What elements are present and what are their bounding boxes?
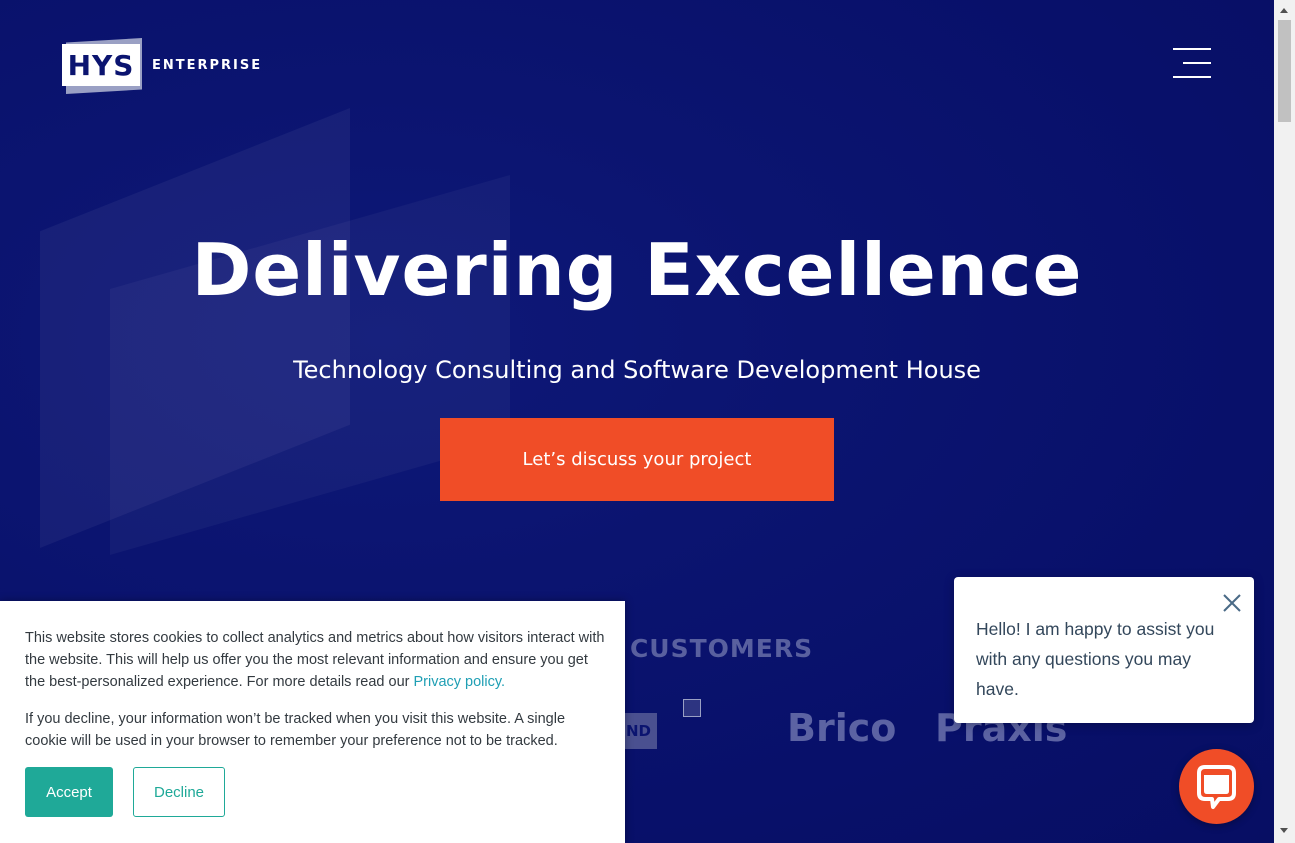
cookie-text: This website stores cookies to collect a… bbox=[25, 630, 605, 690]
hamburger-menu-icon[interactable] bbox=[1170, 46, 1212, 82]
cookie-banner: This website stores cookies to collect a… bbox=[0, 601, 625, 843]
customers-title: R CUSTOMERS bbox=[600, 634, 814, 663]
chat-icon bbox=[1197, 765, 1236, 809]
chat-greeting-popup: Hello! I am happy to assist you with any… bbox=[954, 577, 1254, 723]
privacy-policy-link[interactable]: Privacy policy bbox=[413, 674, 501, 690]
logo-wordmark: ENTERPRISE bbox=[152, 57, 263, 73]
scroll-up-arrow-icon[interactable] bbox=[1280, 8, 1288, 13]
scroll-thumb[interactable] bbox=[1278, 20, 1291, 122]
site-logo[interactable]: HYS ENTERPRISE bbox=[62, 34, 262, 96]
hero-subheadline: Technology Consulting and Software Devel… bbox=[293, 356, 981, 384]
scroll-down-arrow-icon[interactable] bbox=[1280, 828, 1288, 833]
cookie-text-secondary: If you decline, your information won’t b… bbox=[25, 711, 566, 749]
accept-cookies-button[interactable]: Accept bbox=[25, 767, 113, 817]
logo-mark-text: HYS bbox=[67, 48, 135, 82]
menu-line bbox=[1183, 62, 1211, 64]
page-scrollbar[interactable] bbox=[1274, 0, 1295, 843]
close-icon[interactable] bbox=[1219, 590, 1245, 616]
logo-mark: HYS bbox=[62, 36, 142, 94]
logo-mark-face: HYS bbox=[62, 44, 140, 86]
decline-cookies-button[interactable]: Decline bbox=[133, 767, 225, 817]
chat-greeting-message: Hello! I am happy to assist you with any… bbox=[976, 619, 1215, 699]
close-icon-glyph bbox=[1223, 594, 1241, 612]
discuss-project-button[interactable]: Let’s discuss your project bbox=[440, 418, 834, 501]
chat-launcher-button[interactable] bbox=[1179, 749, 1254, 824]
hero-headline: Delivering Excellence bbox=[191, 228, 1083, 312]
customer-logo-brico: Brico bbox=[787, 706, 897, 750]
menu-line bbox=[1173, 48, 1211, 50]
privacy-policy-link-period: . bbox=[501, 674, 506, 690]
menu-line bbox=[1173, 76, 1211, 78]
broken-image-icon bbox=[683, 699, 701, 717]
cookie-text-primary: This website stores cookies to collect a… bbox=[25, 627, 605, 693]
